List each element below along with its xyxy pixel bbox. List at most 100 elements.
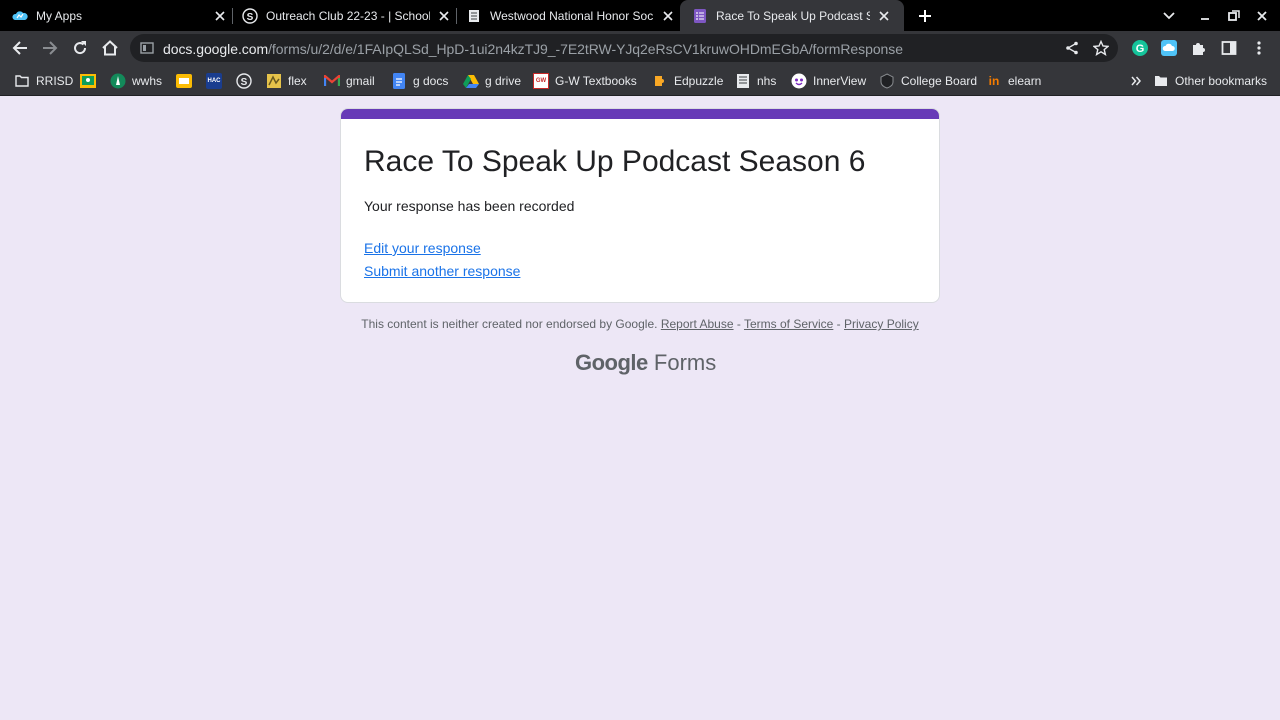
close-icon[interactable]	[876, 8, 892, 24]
bookmark-label: wwhs	[132, 74, 163, 88]
tab-westwood-nhs[interactable]: Westwood National Honor Society	[466, 0, 676, 31]
bookmark-label: College Board	[901, 74, 978, 88]
gw-icon: GW	[533, 73, 549, 89]
flex-icon	[266, 73, 282, 89]
side-panel-icon[interactable]	[1218, 37, 1240, 59]
bookmark-gmail[interactable]: gmail	[324, 71, 375, 91]
tab-my-apps[interactable]: My Apps	[12, 0, 228, 31]
url-host: docs.google.com	[163, 41, 269, 57]
gmail-icon	[324, 73, 340, 89]
schoology-icon: S	[236, 73, 252, 89]
tab-title: My Apps	[36, 8, 83, 23]
disclaimer-text: This content is neither created nor endo…	[361, 317, 658, 331]
close-icon[interactable]	[436, 8, 452, 24]
close-window-button[interactable]	[1250, 4, 1274, 28]
bookmark-star-icon[interactable]	[1091, 38, 1111, 58]
bookmark-slides[interactable]	[176, 71, 198, 91]
tab-search-button[interactable]	[1157, 4, 1181, 28]
google-forms-logo[interactable]: Google Forms	[575, 350, 716, 376]
bookmark-label: g drive	[485, 74, 522, 88]
footer-disclaimer: This content is neither created nor endo…	[340, 317, 940, 331]
cloud-extension-icon[interactable]	[1158, 37, 1180, 59]
other-bookmarks-label: Other bookmarks	[1175, 74, 1268, 88]
docs-icon	[391, 73, 407, 89]
bookmark-classroom[interactable]	[80, 71, 102, 91]
logo-google-text: Google	[575, 350, 648, 375]
edit-response-link[interactable]: Edit your response	[364, 240, 481, 256]
back-button[interactable]	[6, 34, 34, 62]
address-bar[interactable]: docs.google.com/forms/u/2/d/e/1FAIpQLSd_…	[130, 34, 1118, 62]
card-accent-bar	[341, 109, 939, 119]
slides-icon	[176, 73, 192, 89]
confirmation-message: Your response has been recorded	[364, 198, 575, 214]
bookmark-hac[interactable]: HAC	[206, 71, 228, 91]
submit-another-link[interactable]: Submit another response	[364, 263, 520, 279]
tab-race-to-speak-up[interactable]: Race To Speak Up Podcast Season 6	[680, 0, 904, 31]
nhs-icon	[466, 8, 482, 24]
menu-kebab-icon[interactable]	[1248, 37, 1270, 59]
svg-text:S: S	[247, 12, 254, 23]
google-forms-icon	[692, 8, 708, 24]
bookmark-label: Edpuzzle	[674, 74, 724, 88]
bookmark-edpuzzle[interactable]: Edpuzzle	[652, 71, 723, 91]
bookmark-wwhs[interactable]: wwhs	[110, 71, 162, 91]
page-info-icon[interactable]	[140, 41, 154, 55]
new-tab-button[interactable]	[913, 4, 937, 28]
grammarly-icon[interactable]: G	[1129, 37, 1151, 59]
bookmark-gw-textbooks[interactable]: GW G-W Textbooks	[533, 71, 637, 91]
restore-button[interactable]	[1222, 4, 1246, 28]
url-path: /forms/u/2/d/e/1FAIpQLSd_HpD-1ui2n4kzTJ9…	[268, 41, 903, 57]
close-icon[interactable]	[660, 8, 676, 24]
hac-icon: HAC	[206, 73, 222, 89]
bookmark-label: elearn	[1008, 74, 1042, 88]
bookmark-nhs[interactable]: nhs	[735, 71, 776, 91]
schoology-icon: S	[242, 7, 258, 24]
classroom-icon	[80, 73, 96, 89]
bookmark-flex[interactable]: flex	[266, 71, 307, 91]
reload-button[interactable]	[66, 34, 94, 62]
footer-separator: -	[733, 317, 744, 331]
edpuzzle-icon	[652, 73, 668, 89]
more-bookmarks-chevron-icon[interactable]	[1131, 71, 1141, 91]
bookmark-g-docs[interactable]: g docs	[391, 71, 448, 91]
tab-title: Race To Speak Up Podcast Season 6	[716, 8, 870, 23]
bookmark-label: InnerView	[813, 74, 867, 88]
home-button[interactable]	[96, 34, 124, 62]
bookmark-innerview[interactable]: InnerView	[791, 71, 866, 91]
folder-icon	[1153, 73, 1169, 89]
bookmark-college-board[interactable]: College Board	[879, 71, 977, 91]
response-card: Race To Speak Up Podcast Season 6 Your r…	[340, 108, 940, 303]
svg-text:S: S	[241, 77, 248, 88]
folder-icon	[14, 73, 30, 89]
elearn-icon: in	[988, 74, 1000, 88]
bookmark-schoology[interactable]: S	[236, 71, 258, 91]
browser-toolbar: docs.google.com/forms/u/2/d/e/1FAIpQLSd_…	[0, 31, 1280, 65]
minimize-button[interactable]	[1193, 4, 1217, 28]
tab-separator	[456, 8, 457, 24]
other-bookmarks[interactable]: Other bookmarks	[1153, 71, 1267, 91]
bookmark-g-drive[interactable]: g drive	[463, 71, 521, 91]
share-icon[interactable]	[1062, 38, 1082, 58]
url-text[interactable]: docs.google.com/forms/u/2/d/e/1FAIpQLSd_…	[163, 41, 903, 57]
logo-forms-text: Forms	[653, 350, 717, 375]
innerview-icon	[791, 73, 807, 89]
drive-icon	[463, 73, 479, 89]
close-icon[interactable]	[212, 8, 228, 24]
svg-text:G: G	[1136, 43, 1145, 55]
extensions-puzzle-icon[interactable]	[1188, 37, 1210, 59]
bookmark-label: g docs	[413, 74, 449, 88]
privacy-policy-link[interactable]: Privacy Policy	[844, 317, 919, 331]
bookmark-label: gmail	[346, 74, 375, 88]
college-board-icon	[879, 73, 895, 89]
tab-title: Outreach Club 22-23 - | Schoology	[266, 8, 430, 23]
bookmark-label: flex	[288, 74, 307, 88]
bookmark-label: RRISD	[36, 74, 74, 88]
bookmark-elearn[interactable]: in elearn	[986, 71, 1042, 91]
tab-strip: My Apps S Outreach Club 22-23 - | School…	[0, 0, 1280, 31]
tab-outreach-club[interactable]: S Outreach Club 22-23 - | Schoology	[242, 0, 452, 31]
form-title: Race To Speak Up Podcast Season 6	[364, 145, 866, 178]
forward-button[interactable]	[36, 34, 64, 62]
terms-of-service-link[interactable]: Terms of Service	[744, 317, 833, 331]
bookmark-rrisd[interactable]: RRISD	[14, 71, 73, 91]
report-abuse-link[interactable]: Report Abuse	[661, 317, 734, 331]
